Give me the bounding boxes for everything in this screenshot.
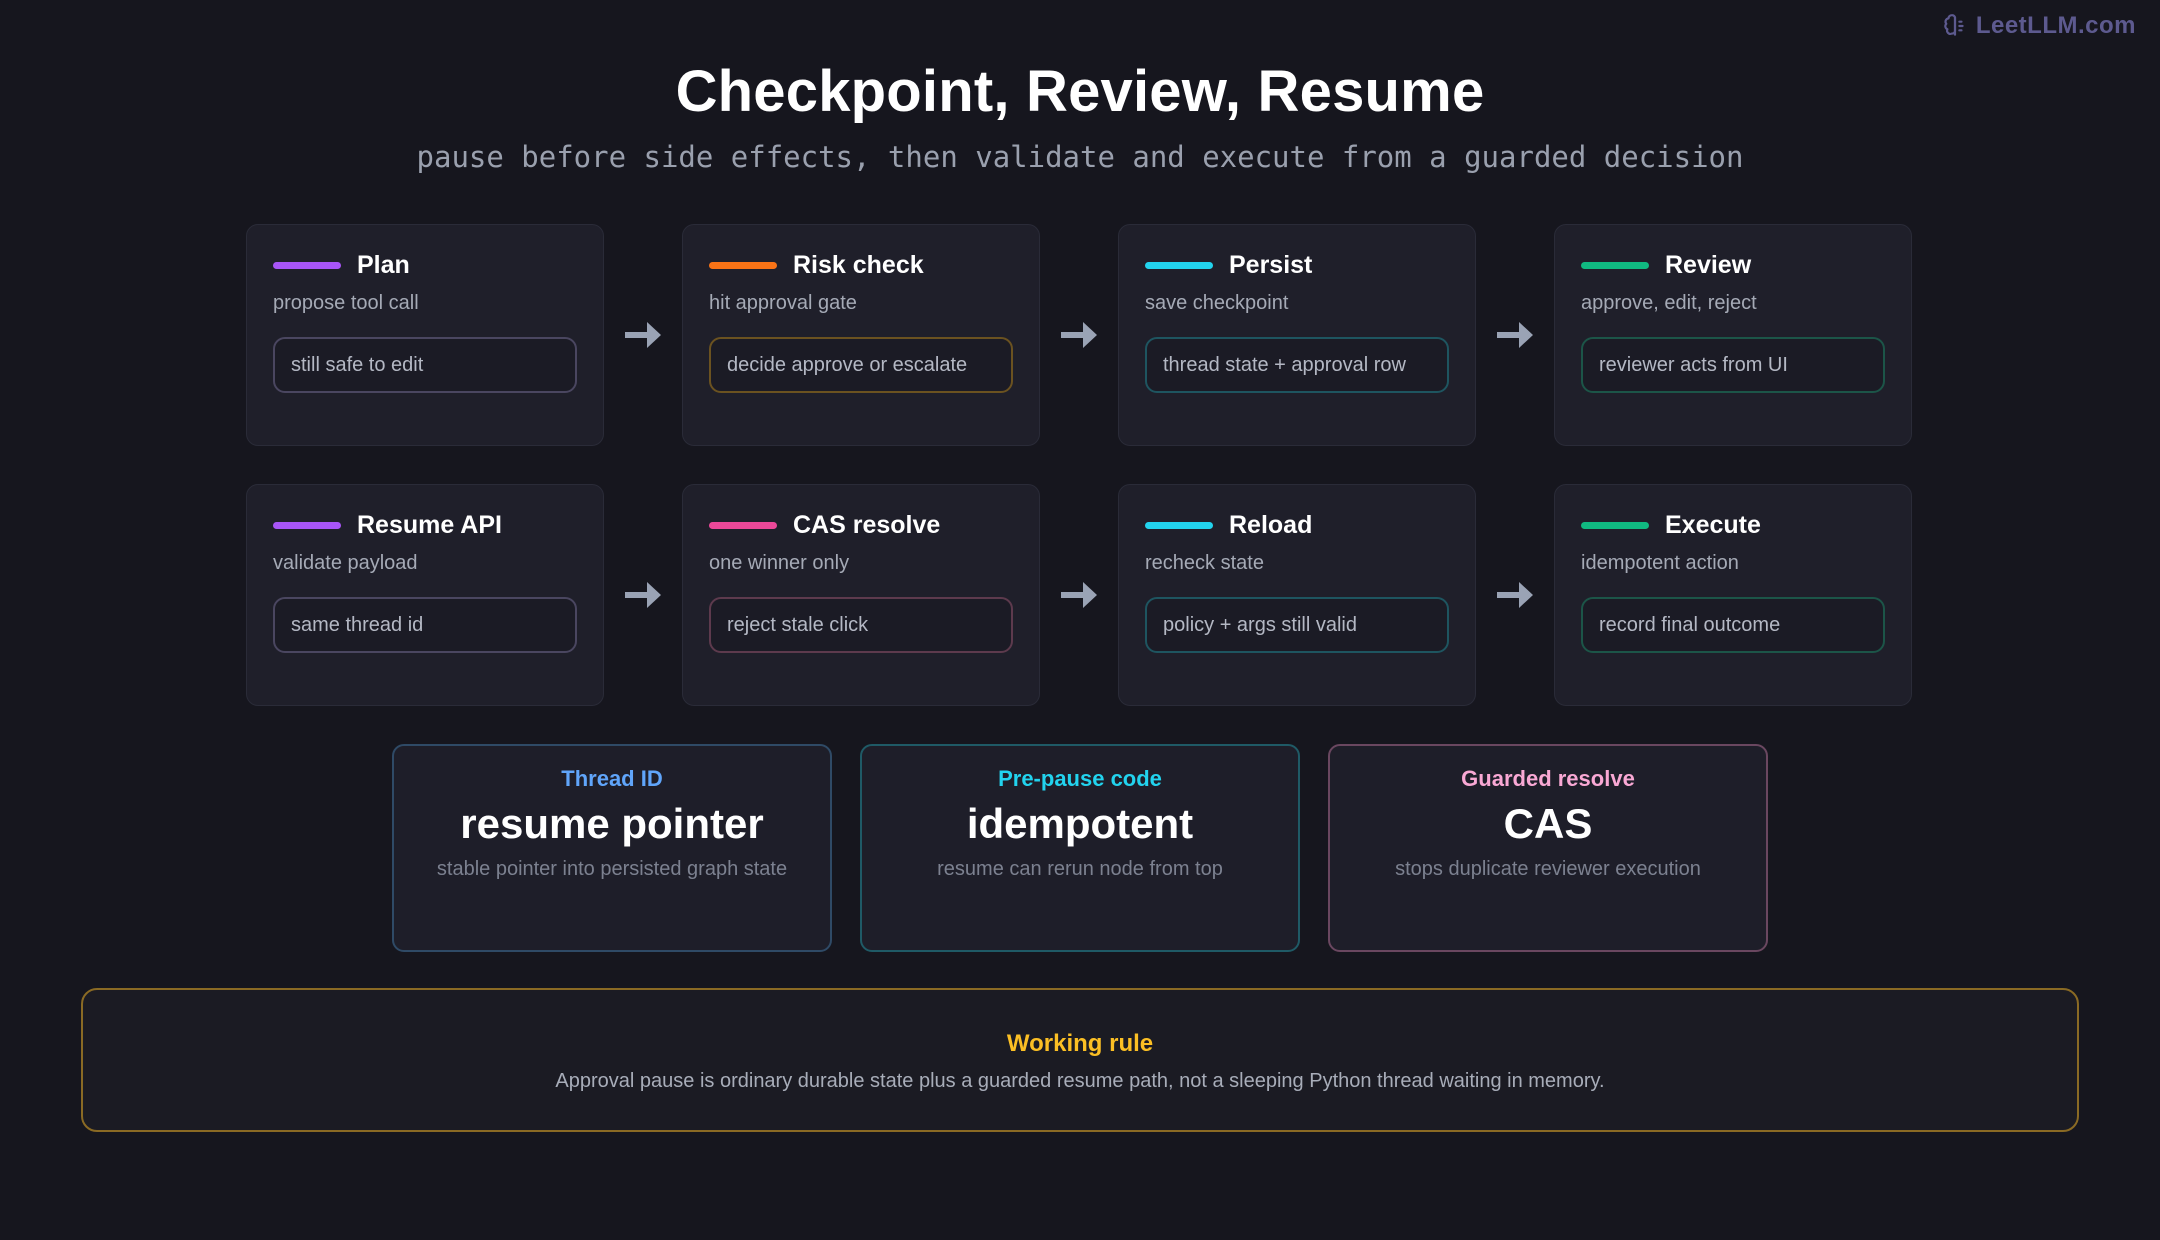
step-title: Execute <box>1665 511 1761 539</box>
accent-bar <box>273 262 341 269</box>
concept-description: stops duplicate reviewer execution <box>1395 858 1701 880</box>
brain-icon <box>1944 14 1964 36</box>
accent-bar <box>1581 522 1649 529</box>
flow-row-1: Plan propose tool call still safe to edi… <box>246 224 1912 446</box>
step-subtitle: propose tool call <box>273 292 419 314</box>
concept-label: Thread ID <box>561 766 663 791</box>
flow-arrow <box>1040 484 1118 706</box>
step-chip: thread state + approval row <box>1145 337 1449 393</box>
flow-arrow <box>1040 224 1118 446</box>
arrow-right-icon <box>625 582 661 608</box>
flow-row-2: Resume API validate payload same thread … <box>246 484 1912 706</box>
step-subtitle: one winner only <box>709 552 850 574</box>
accent-bar <box>1145 522 1213 529</box>
flow-arrow <box>1476 484 1554 706</box>
step-chip: same thread id <box>273 597 577 653</box>
arrow-right-icon <box>1497 582 1533 608</box>
concept-value: resume pointer <box>460 800 764 847</box>
step-chip: decide approve or escalate <box>709 337 1013 393</box>
concept-description: resume can rerun node from top <box>937 858 1223 880</box>
arrow-right-icon <box>1061 582 1097 608</box>
step-title: CAS resolve <box>793 511 941 539</box>
step-subtitle: hit approval gate <box>709 292 857 314</box>
page-subtitle: pause before side effects, then validate… <box>416 140 1744 174</box>
concept-label: Pre-pause code <box>998 766 1162 791</box>
concept-card-thread-id: Thread ID resume pointer stable pointer … <box>392 744 832 952</box>
concept-label: Guarded resolve <box>1461 766 1635 791</box>
step-card-execute: Execute idempotent action record final o… <box>1554 484 1912 706</box>
concept-value: idempotent <box>966 800 1194 847</box>
step-subtitle: save checkpoint <box>1145 292 1289 314</box>
flow-arrow <box>604 224 682 446</box>
step-subtitle: validate payload <box>273 552 418 574</box>
step-title: Risk check <box>793 251 924 279</box>
concept-cards: Thread ID resume pointer stable pointer … <box>392 744 1768 952</box>
step-chip: still safe to edit <box>273 337 577 393</box>
step-card-resume-api: Resume API validate payload same thread … <box>246 484 604 706</box>
step-title: Resume API <box>357 511 502 539</box>
accent-bar <box>709 522 777 529</box>
step-card-persist: Persist save checkpoint thread state + a… <box>1118 224 1476 446</box>
concept-card-pre-pause-code: Pre-pause code idempotent resume can rer… <box>860 744 1300 952</box>
step-chip: policy + args still valid <box>1145 597 1449 653</box>
step-card-cas-resolve: CAS resolve one winner only reject stale… <box>682 484 1040 706</box>
arrow-right-icon <box>625 322 661 348</box>
arrow-right-icon <box>1061 322 1097 348</box>
working-rule-box: Working rule Approval pause is ordinary … <box>81 988 2079 1132</box>
step-card-plan: Plan propose tool call still safe to edi… <box>246 224 604 446</box>
step-subtitle: recheck state <box>1145 552 1264 574</box>
step-title: Review <box>1665 251 1752 279</box>
concept-description: stable pointer into persisted graph stat… <box>436 858 788 880</box>
flow-arrow <box>604 484 682 706</box>
step-card-risk-check: Risk check hit approval gate decide appr… <box>682 224 1040 446</box>
working-rule-title: Working rule <box>1006 1030 1154 1057</box>
step-card-review: Review approve, edit, reject reviewer ac… <box>1554 224 1912 446</box>
brand-text: LeetLLM.com <box>1975 12 2136 39</box>
step-chip: record final outcome <box>1581 597 1885 653</box>
accent-bar <box>1581 262 1649 269</box>
diagram-page: LeetLLM.com Checkpoint, Review, Resume p… <box>0 0 2160 1240</box>
step-subtitle: idempotent action <box>1581 552 1739 574</box>
step-chip: reviewer acts from UI <box>1581 337 1885 393</box>
step-title: Reload <box>1229 511 1313 539</box>
step-title: Persist <box>1229 251 1313 279</box>
flow-arrow <box>1476 224 1554 446</box>
accent-bar <box>709 262 777 269</box>
accent-bar <box>273 522 341 529</box>
page-title: Checkpoint, Review, Resume <box>675 59 1485 124</box>
accent-bar <box>1145 262 1213 269</box>
working-rule-text: Approval pause is ordinary durable state… <box>555 1070 1605 1092</box>
step-subtitle: approve, edit, reject <box>1581 292 1757 314</box>
step-card-reload: Reload recheck state policy + args still… <box>1118 484 1476 706</box>
concept-card-guarded-resolve: Guarded resolve CAS stops duplicate revi… <box>1328 744 1768 952</box>
concept-value: CAS <box>1503 800 1593 847</box>
arrow-right-icon <box>1497 322 1533 348</box>
step-chip: reject stale click <box>709 597 1013 653</box>
brand[interactable]: LeetLLM.com <box>1942 12 2136 40</box>
step-title: Plan <box>357 251 410 279</box>
